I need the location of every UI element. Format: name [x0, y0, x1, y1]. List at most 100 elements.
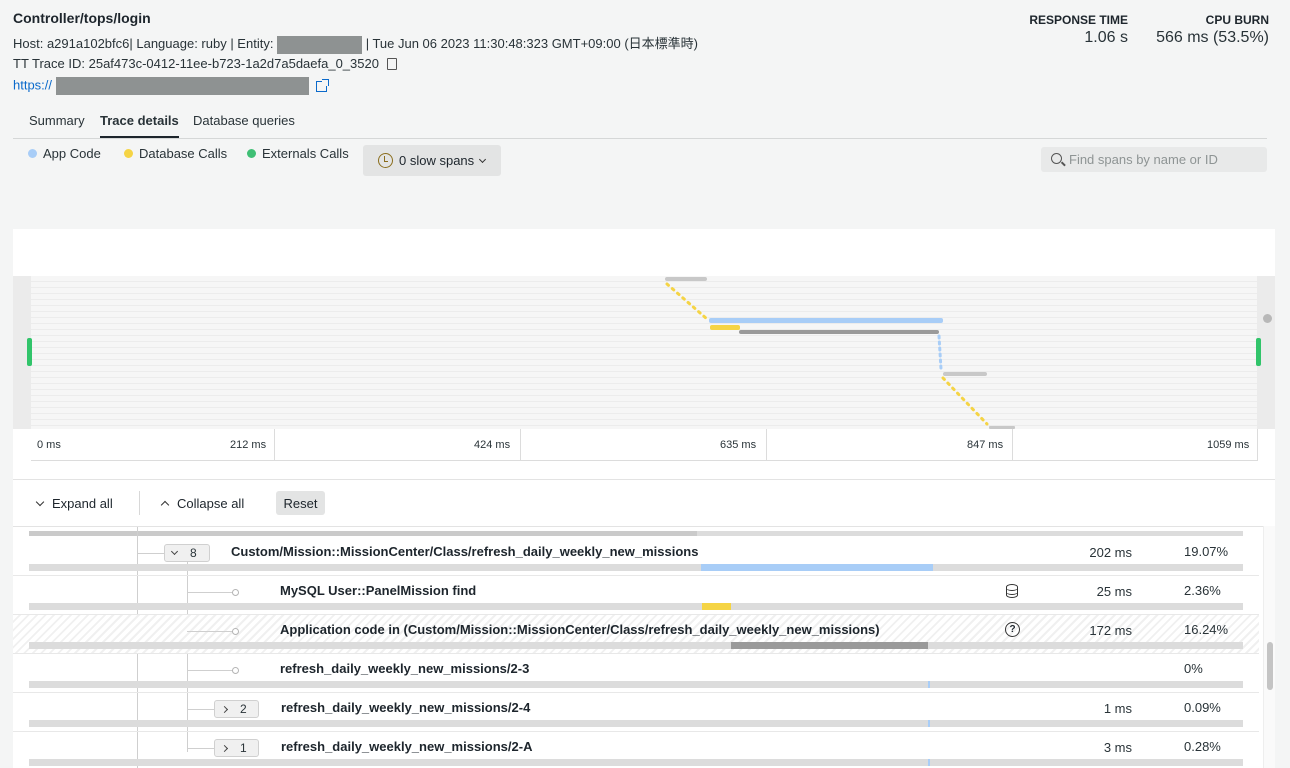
span-percent: 0.28% — [1184, 739, 1221, 754]
chevron-down-icon — [170, 547, 179, 556]
minimap-scroll-indicator[interactable] — [1263, 314, 1272, 323]
span-bar — [928, 681, 930, 688]
axis-tick: 635 ms — [720, 439, 757, 451]
span-name: MySQL User::PanelMission find — [280, 583, 477, 598]
time-axis: 0 ms 212 ms 424 ms 635 ms 847 ms 1059 ms — [31, 429, 1258, 461]
expand-all-label: Expand all — [52, 496, 113, 511]
axis-divider — [1257, 429, 1258, 461]
span-bar-track — [29, 564, 1243, 571]
collapse-all-label: Collapse all — [177, 496, 245, 511]
span-name: refresh_daily_weekly_new_missions/2-3 — [280, 661, 530, 676]
span-row[interactable]: refresh_daily_weekly_new_missions/2-3 0% — [13, 654, 1259, 693]
axis-divider — [520, 429, 521, 461]
legend-database-calls-label: Database Calls — [139, 146, 228, 161]
span-bar-track — [29, 642, 1243, 649]
database-icon — [1006, 584, 1018, 598]
host-info-suffix: | Tue Jun 06 2023 11:30:48:323 GMT+09:00… — [365, 36, 698, 51]
control-divider — [139, 491, 140, 515]
legend-app-code-label: App Code — [43, 146, 101, 161]
span-bar-track — [29, 681, 1243, 688]
search-input[interactable] — [1069, 147, 1269, 172]
app-code-dot — [28, 149, 37, 158]
minimap-connector — [937, 334, 943, 371]
clock-icon — [378, 153, 393, 168]
child-count: 2 — [240, 702, 247, 716]
axis-divider — [274, 429, 275, 461]
minimap-right-handle[interactable] — [1256, 338, 1261, 366]
span-row[interactable]: 1 refresh_daily_weekly_new_missions/2-A … — [13, 732, 1259, 768]
span-bar — [928, 720, 930, 727]
copy-icon[interactable] — [386, 57, 397, 70]
cpu-burn-metric: CPU BURN 566 ms (53.5%) — [1156, 13, 1269, 47]
minimap-span — [710, 325, 740, 330]
trace-panel: 0 ms 212 ms 424 ms 635 ms 847 ms 1059 ms… — [13, 229, 1275, 768]
span-duration: 172 ms — [1089, 623, 1132, 638]
span-bar — [29, 531, 697, 536]
span-row[interactable]: 2 refresh_daily_weekly_new_missions/2-4 … — [13, 693, 1259, 732]
minimap-span — [943, 372, 987, 376]
legend-database-calls[interactable]: Database Calls — [124, 146, 227, 161]
external-link-icon[interactable] — [316, 78, 330, 92]
expand-all-button[interactable]: Expand all — [35, 496, 113, 511]
tree-line — [187, 709, 215, 710]
axis-tick: 847 ms — [967, 439, 1004, 451]
span-duration: 202 ms — [1089, 545, 1132, 560]
trace-url[interactable]: https:// — [13, 77, 330, 95]
tree-line — [187, 631, 235, 632]
tree-line — [137, 553, 165, 554]
redacted-url — [55, 77, 309, 95]
minimap-span — [739, 330, 939, 334]
chevron-up-icon — [160, 500, 170, 510]
chevron-down-icon — [479, 155, 487, 163]
span-bar-track — [29, 759, 1243, 766]
cpu-burn-label: CPU BURN — [1205, 13, 1269, 27]
tab-summary[interactable]: Summary — [29, 113, 85, 136]
span-tree: 8 Custom/Mission::MissionCenter/Class/re… — [13, 526, 1275, 768]
question-icon: ? — [1005, 622, 1020, 637]
section-divider — [13, 479, 1275, 480]
span-duration: 3 ms — [1103, 740, 1132, 755]
tab-trace-details[interactable]: Trace details — [100, 113, 179, 138]
span-percent: 0.09% — [1184, 700, 1221, 715]
trace-url-link[interactable]: https:// — [13, 77, 52, 92]
child-count: 1 — [240, 741, 247, 755]
tab-database-queries[interactable]: Database queries — [193, 113, 295, 136]
axis-tick: 1059 ms — [1207, 439, 1250, 451]
span-bar — [928, 759, 930, 766]
axis-divider — [1012, 429, 1013, 461]
scrollbar-thumb[interactable] — [1267, 642, 1273, 690]
reset-button[interactable]: Reset — [276, 491, 325, 515]
legend-externals-calls[interactable]: Externals Calls — [247, 146, 349, 161]
minimap-left-handle[interactable] — [27, 338, 32, 366]
legend-externals-calls-label: Externals Calls — [262, 146, 349, 161]
redacted-entity — [277, 35, 363, 54]
expand-toggle[interactable]: 1 — [214, 739, 259, 757]
span-bar — [701, 564, 933, 571]
span-row[interactable]: MySQL User::PanelMission find 25 ms 2.36… — [13, 576, 1259, 615]
minimap-span — [665, 277, 707, 281]
database-calls-dot — [124, 149, 133, 158]
collapse-all-button[interactable]: Collapse all — [160, 496, 245, 511]
slow-spans-dropdown[interactable]: 0 slow spans — [363, 145, 501, 176]
span-name: refresh_daily_weekly_new_missions/2-A — [281, 739, 533, 754]
trace-minimap[interactable] — [13, 276, 1275, 429]
minimap-connector — [665, 282, 709, 321]
minimap-track — [31, 276, 1257, 429]
span-row[interactable]: 8 Custom/Mission::MissionCenter/Class/re… — [13, 537, 1259, 576]
legend-app-code[interactable]: App Code — [28, 146, 101, 161]
child-count: 8 — [190, 546, 197, 560]
span-tree-scrollbar[interactable] — [1263, 526, 1275, 768]
span-percent: 19.07% — [1184, 544, 1229, 559]
span-search[interactable] — [1041, 147, 1269, 172]
expand-toggle[interactable]: 2 — [214, 700, 259, 718]
axis-tick: 0 ms — [37, 439, 61, 451]
tree-line — [187, 670, 235, 671]
span-percent: 2.36% — [1184, 583, 1221, 598]
span-duration: 25 ms — [1096, 584, 1132, 599]
span-name: refresh_daily_weekly_new_missions/2-4 — [281, 700, 531, 715]
trace-id-line: TT Trace ID: 25af473c-0412-11ee-b723-1a2… — [13, 56, 397, 71]
search-icon — [1051, 153, 1062, 164]
span-row[interactable]: Application code in (Custom/Mission::Mis… — [13, 615, 1259, 654]
cpu-burn-value: 566 ms (53.5%) — [1156, 29, 1269, 46]
expand-toggle[interactable]: 8 — [164, 544, 210, 562]
